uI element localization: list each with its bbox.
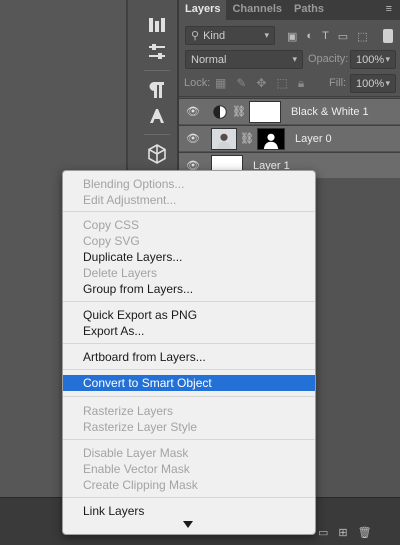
- adjustment-layer-icon: [211, 103, 229, 121]
- strip-divider: [144, 70, 170, 71]
- menu-separator: [63, 369, 315, 370]
- blend-mode-value: Normal: [191, 53, 227, 66]
- panel-divider: [179, 96, 400, 97]
- menu-item-enable-vector-mask: Enable Vector Mask: [83, 462, 190, 476]
- shape-filter-icon[interactable]: ▭: [338, 30, 348, 43]
- adjustment-filter-icon[interactable]: ◐: [306, 30, 313, 43]
- new-group-icon[interactable]: ▭: [318, 526, 328, 539]
- character-icon[interactable]: [145, 104, 169, 128]
- trash-icon[interactable]: 🗑︎: [358, 526, 372, 539]
- menu-separator: [63, 439, 315, 440]
- menu-item-rasterize-layer-style: Rasterize Layer Style: [83, 420, 198, 434]
- opacity-label: Opacity:: [308, 53, 349, 65]
- menu-item-convert-to-smart-object[interactable]: Convert to Smart Object: [63, 375, 315, 391]
- lock-icons: ▦ ✎ ✥ ⬚ 🔒︎: [215, 76, 304, 91]
- menu-separator: [63, 211, 315, 212]
- lock-label: Lock:: [184, 77, 211, 89]
- pixel-filter-icon[interactable]: ▣: [287, 30, 297, 43]
- menu-separator: [63, 301, 315, 302]
- menu-item-blending-options: Blending Options...: [83, 177, 185, 191]
- chevron-down-icon: ▾: [292, 54, 297, 64]
- 3d-cube-icon[interactable]: [145, 142, 169, 166]
- filter-type-icons: ▣ ◐ T ▭ ⬚: [287, 30, 368, 43]
- tab-channels[interactable]: Channels: [226, 0, 288, 20]
- tab-layers[interactable]: Layers: [179, 0, 227, 20]
- lock-artboard-icon[interactable]: ⬚: [276, 76, 287, 91]
- opacity-field[interactable]: 100% ▾: [350, 50, 396, 69]
- new-layer-icon[interactable]: ⊞: [338, 526, 347, 539]
- layer-row[interactable]: 👁︎ ⛓︎ Layer 0: [179, 125, 400, 151]
- menu-item-quick-export-png[interactable]: Quick Export as PNG: [63, 307, 315, 323]
- chevron-down-icon: ▾: [264, 30, 269, 40]
- visibility-eye-icon[interactable]: 👁︎: [179, 105, 207, 118]
- menu-item-copy-svg: Copy SVG: [83, 234, 140, 248]
- type-filter-icon[interactable]: T: [322, 30, 329, 43]
- menu-item-group-from-layers[interactable]: Group from Layers...: [63, 281, 315, 297]
- menu-item-link-layers[interactable]: Link Layers: [63, 503, 315, 519]
- layer-name[interactable]: Layer 0: [295, 133, 332, 145]
- mask-thumbnail: [256, 127, 285, 150]
- chevron-down-icon: ▾: [385, 54, 390, 64]
- filter-kind-label: Kind: [203, 29, 226, 42]
- paragraph-icon[interactable]: [145, 78, 169, 102]
- menu-item-edit-adjustment: Edit Adjustment...: [83, 193, 177, 207]
- layer-filter-kind-select[interactable]: ⚲ Kind ▾: [185, 26, 275, 45]
- layer-thumbnail: [211, 127, 237, 150]
- search-icon: ⚲: [191, 30, 200, 42]
- menu-item-rasterize-layers: Rasterize Layers: [83, 404, 174, 418]
- blend-mode-select[interactable]: Normal ▾: [185, 50, 303, 69]
- lock-position-icon[interactable]: ✥: [256, 76, 266, 91]
- mask-thumbnail: [248, 100, 281, 123]
- layer-name[interactable]: Black & White 1: [291, 106, 369, 118]
- panel-tabs: Layers Channels Paths ≡: [179, 0, 400, 20]
- visibility-eye-icon[interactable]: 👁︎: [179, 132, 207, 145]
- scroll-down-arrow-icon[interactable]: [183, 521, 193, 528]
- layer-row[interactable]: 👁︎ ⛓︎ Black & White 1: [179, 98, 400, 124]
- lock-all-icon[interactable]: 🔒︎: [298, 76, 304, 91]
- strip-divider: [144, 134, 170, 135]
- menu-item-disable-layer-mask: Disable Layer Mask: [83, 446, 189, 460]
- menu-item-artboard-from-layers[interactable]: Artboard from Layers...: [63, 349, 315, 365]
- adjustments-sliders-icon[interactable]: [145, 40, 169, 64]
- menu-separator: [63, 497, 315, 498]
- link-chain-icon[interactable]: ⛓︎: [240, 132, 254, 145]
- filter-toggle-switch[interactable]: [383, 29, 393, 43]
- menu-separator: [63, 343, 315, 344]
- menu-separator: [63, 396, 315, 397]
- lock-transparent-pixels-icon[interactable]: ▦: [215, 76, 226, 91]
- chevron-down-icon: ▾: [385, 78, 390, 88]
- tab-paths[interactable]: Paths: [288, 0, 330, 20]
- menu-item-duplicate-layers[interactable]: Duplicate Layers...: [63, 249, 315, 265]
- fill-field[interactable]: 100% ▾: [350, 74, 396, 93]
- opacity-value: 100%: [356, 53, 385, 66]
- smart-object-filter-icon[interactable]: ⬚: [357, 30, 367, 43]
- layers-panel-footer-icons: ▭ ⊞ 🗑︎: [318, 526, 372, 539]
- lock-image-pixels-icon[interactable]: ✎: [236, 76, 246, 91]
- menu-item-copy-css: Copy CSS: [83, 218, 140, 232]
- panel-menu-icon[interactable]: ≡: [378, 0, 400, 20]
- libraries-icon[interactable]: [145, 14, 169, 38]
- fill-label: Fill:: [329, 77, 347, 89]
- fill-value: 100%: [356, 77, 385, 90]
- link-chain-icon[interactable]: ⛓︎: [232, 105, 246, 118]
- menu-item-create-clipping-mask: Create Clipping Mask: [83, 478, 198, 492]
- menu-item-export-as[interactable]: Export As...: [63, 323, 315, 339]
- layer-context-menu: Blending Options... Edit Adjustment... C…: [62, 170, 316, 535]
- menu-item-delete-layers: Delete Layers: [83, 266, 158, 280]
